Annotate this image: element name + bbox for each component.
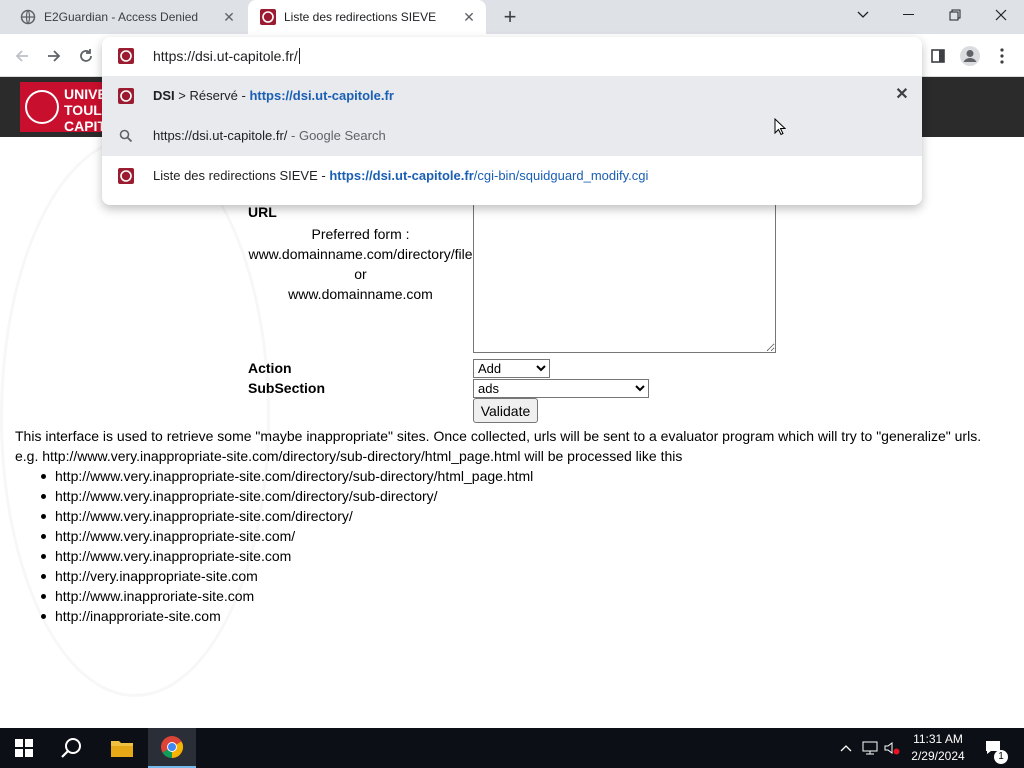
omnibox-input[interactable]: https://dsi.ut-capitole.fr/ — [102, 37, 922, 75]
tab-title: Liste des redirections SIEVE — [284, 10, 437, 24]
examples-list: http://www.very.inappropriate-site.com/d… — [40, 466, 534, 626]
list-item: http://very.inappropriate-site.com — [40, 566, 533, 586]
profile-avatar-icon[interactable] — [958, 44, 982, 68]
system-clock[interactable]: 11:31 AM 2/29/2024 — [903, 731, 973, 765]
action-label: Action — [248, 360, 292, 376]
tab-title: E2Guardian - Access Denied — [44, 10, 199, 24]
hint-line: or — [354, 266, 367, 282]
url-label: URL — [248, 204, 277, 220]
tab-strip: E2Guardian - Access Denied ✕ Liste des r… — [0, 0, 1024, 34]
preferred-form-hint: Preferred form : www.domainname.com/dire… — [248, 224, 473, 304]
hint-line: Preferred form : — [311, 226, 410, 242]
description: This interface is used to retrieve some … — [15, 426, 1015, 466]
logo-text: UNIVERSITÉ TOULOUSE CAPITOLE — [64, 86, 104, 132]
forward-icon[interactable] — [40, 42, 68, 70]
list-item: http://www.very.inappropriate-site.com/ — [40, 526, 533, 546]
ut-capitole-icon — [260, 9, 276, 25]
list-item: http://inapproriate-site.com — [40, 606, 533, 626]
volume-muted-icon[interactable] — [884, 740, 900, 756]
new-tab-icon[interactable]: + — [500, 6, 520, 28]
menu-kebab-icon[interactable] — [990, 44, 1014, 68]
tab-e2guardian[interactable]: E2Guardian - Access Denied ✕ — [8, 0, 246, 34]
notification-count-badge: 1 — [994, 750, 1008, 764]
tab-sieve[interactable]: Liste des redirections SIEVE ✕ — [248, 0, 486, 34]
search-icon — [118, 128, 134, 144]
minimize-icon[interactable] — [886, 0, 932, 30]
chevron-down-icon[interactable] — [840, 0, 886, 30]
clock-time: 11:31 AM — [913, 732, 963, 746]
windows-start-icon[interactable] — [0, 728, 48, 768]
back-icon[interactable] — [8, 42, 36, 70]
chrome-icon[interactable] — [148, 728, 196, 768]
suggestion-google-search[interactable]: https://dsi.ut-capitole.fr/ - Google Sea… — [102, 116, 922, 156]
restore-icon[interactable] — [932, 0, 978, 30]
omnibox-dropdown: https://dsi.ut-capitole.fr/ DSI > Réserv… — [102, 37, 922, 205]
action-select[interactable]: Add — [473, 359, 550, 378]
list-item: http://www.very.inappropriate-site.com/d… — [40, 486, 533, 506]
close-icon[interactable]: ✕ — [462, 10, 476, 24]
reload-icon[interactable] — [72, 42, 100, 70]
description-line: This interface is used to retrieve some … — [15, 428, 982, 444]
list-item: http://www.very.inappropriate-site.com/d… — [40, 468, 534, 484]
close-window-icon[interactable] — [978, 0, 1024, 30]
list-item: http://www.very.inappropriate-site.com/d… — [40, 506, 533, 526]
network-icon[interactable] — [862, 740, 878, 756]
taskbar: 11:31 AM 2/29/2024 1 — [0, 728, 1024, 768]
omnibox-text[interactable]: https://dsi.ut-capitole.fr/ — [153, 48, 300, 64]
suggestion-text: DSI > Réservé - https://dsi.ut-capitole.… — [153, 88, 394, 103]
suggestion-text: https://dsi.ut-capitole.fr/ - Google Sea… — [153, 128, 386, 143]
search-icon[interactable] — [48, 728, 96, 768]
ut-capitole-icon — [118, 168, 134, 184]
url-textarea[interactable] — [473, 203, 776, 353]
ut-capitole-icon — [118, 48, 134, 69]
list-item: http://www.very.inappropriate-site.com — [40, 546, 533, 566]
mouse-cursor-icon — [774, 117, 787, 136]
subsection-select[interactable]: ads — [473, 379, 649, 398]
university-logo[interactable]: UNIVERSITÉ TOULOUSE CAPITOLE — [20, 82, 104, 132]
file-explorer-icon[interactable] — [98, 728, 146, 768]
close-icon[interactable]: ✕ — [222, 10, 236, 24]
suggestion-text: Liste des redirections SIEVE - https://d… — [153, 168, 649, 183]
side-panel-icon[interactable] — [926, 44, 950, 68]
validate-button[interactable]: Validate — [473, 398, 538, 423]
remove-suggestion-icon[interactable]: ✕ — [894, 87, 910, 103]
ut-capitole-icon — [118, 88, 134, 104]
subsection-label: SubSection — [248, 380, 326, 396]
clock-date: 2/29/2024 — [911, 749, 965, 763]
chevron-up-icon[interactable] — [838, 740, 854, 756]
suggestion-dsi[interactable]: DSI > Réservé - https://dsi.ut-capitole.… — [102, 76, 922, 116]
globe-icon — [20, 9, 36, 25]
suggestion-sieve[interactable]: Liste des redirections SIEVE - https://d… — [102, 156, 922, 196]
seal-icon — [25, 90, 59, 124]
hint-line: www.domainname.com — [288, 286, 433, 302]
hint-line: www.domainname.com/directory/file — [248, 246, 473, 262]
description-line: e.g. http://www.very.inappropriate-site.… — [15, 448, 683, 464]
list-item: http://www.inapproriate-site.com — [40, 586, 533, 606]
